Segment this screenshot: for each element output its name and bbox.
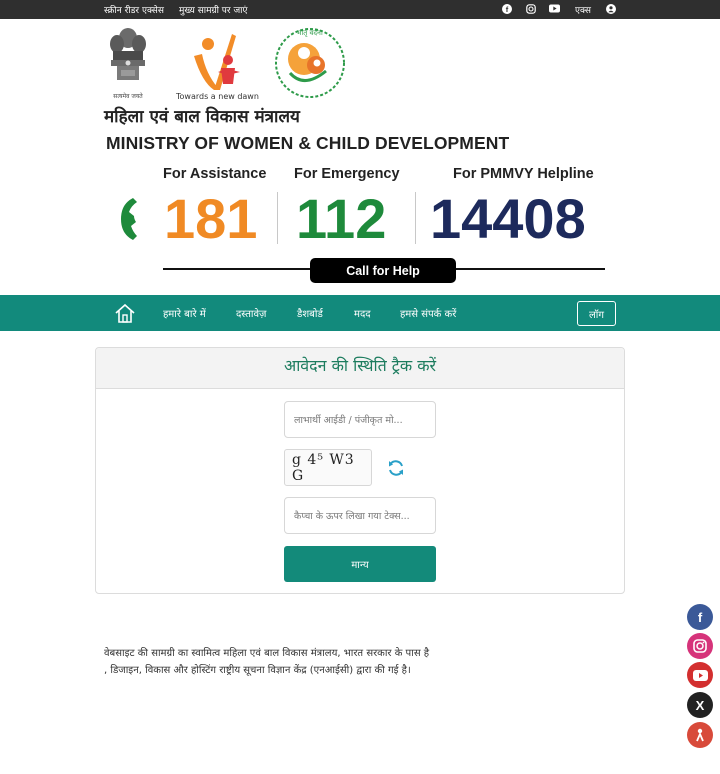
helpline-divider <box>277 192 278 244</box>
pmmvy-logo: मातृ वंदना <box>268 25 352 105</box>
koo-icon[interactable] <box>687 722 713 748</box>
track-status-card: आवेदन की स्थिति ट्रैक करें लाभार्थी आईडी… <box>95 347 625 594</box>
refresh-captcha-icon[interactable] <box>386 458 406 478</box>
emergency-number[interactable]: 112 <box>296 184 386 254</box>
nav-documents[interactable]: दस्तावेज़ <box>236 306 266 320</box>
top-utility-bar: स्क्रीन रीडर एक्सेस मुख्य सामग्री पर जाए… <box>0 0 720 19</box>
call-for-help-button[interactable]: Call for Help <box>310 258 456 283</box>
card-title: आवेदन की स्थिति ट्रैक करें <box>283 356 437 375</box>
nav-contact[interactable]: हमसे संपर्क करें <box>400 306 456 320</box>
main-navigation: हमारे बारे में दस्तावेज़ डैशबोर्ड मदद हम… <box>0 295 720 331</box>
x-glyph: X <box>695 697 705 713</box>
phone-icon <box>119 196 143 242</box>
emblem-caption: सत्यमेव जयते <box>113 93 143 100</box>
captcha-input[interactable]: कैप्चा के ऊपर लिखा गया टेक्स... <box>284 497 436 534</box>
user-icon[interactable] <box>605 3 616 14</box>
ministry-title-hindi: महिला एवं बाल विकास मंत्रालय <box>104 107 300 127</box>
skip-to-main-link[interactable]: मुख्य सामग्री पर जाएं <box>179 3 247 16</box>
card-header: आवेदन की स्थिति ट्रैक करें <box>96 348 624 389</box>
svg-text:मातृ वंदना: मातृ वंदना <box>297 29 323 37</box>
x-icon[interactable]: X <box>687 692 713 718</box>
footer-ownership-text: वेबसाइट की सामग्री का स्वामित्व महिला एव… <box>104 645 504 679</box>
footer-line-2: , डिजाइन, विकास और होस्टिंग राष्ट्रीय सू… <box>104 665 411 676</box>
facebook-glyph: f <box>697 609 703 625</box>
instagram-icon[interactable] <box>525 3 536 14</box>
nav-help[interactable]: मदद <box>354 306 371 320</box>
wcd-logo <box>188 26 250 94</box>
login-button[interactable]: लॉग <box>577 301 616 326</box>
wcd-tagline: Towards a new dawn <box>176 92 259 101</box>
emergency-label: For Emergency <box>294 166 400 182</box>
x-link[interactable]: एक्स <box>575 3 591 16</box>
pmmvy-helpline-label: For PMMVY Helpline <box>453 166 594 182</box>
helpline-divider <box>415 192 416 244</box>
facebook-icon[interactable]: f <box>687 604 713 630</box>
beneficiary-id-input[interactable]: लाभार्थी आईडी / पंजीकृत मो... <box>284 401 436 438</box>
youtube-icon[interactable] <box>687 662 713 688</box>
pmmvy-helpline-number[interactable]: 14408 <box>430 184 586 254</box>
assistance-label: For Assistance <box>163 166 267 182</box>
captcha-image: g 4⁵ W3 G <box>284 449 372 486</box>
youtube-icon[interactable] <box>549 3 560 14</box>
instagram-icon[interactable] <box>687 633 713 659</box>
footer-line-1: वेबसाइट की सामग्री का स्वामित्व महिला एव… <box>104 648 430 659</box>
nav-about[interactable]: हमारे बारे में <box>163 306 206 320</box>
validate-button[interactable]: मान्य <box>284 546 436 582</box>
facebook-icon[interactable]: f <box>501 3 512 14</box>
assistance-number[interactable]: 181 <box>164 184 257 254</box>
screen-reader-link[interactable]: स्क्रीन रीडर एक्सेस <box>104 3 164 16</box>
nav-dashboard[interactable]: डैशबोर्ड <box>297 306 323 320</box>
ministry-title-english: MINISTRY OF WOMEN & CHILD DEVELOPMENT <box>106 133 510 153</box>
home-icon[interactable] <box>114 303 136 324</box>
